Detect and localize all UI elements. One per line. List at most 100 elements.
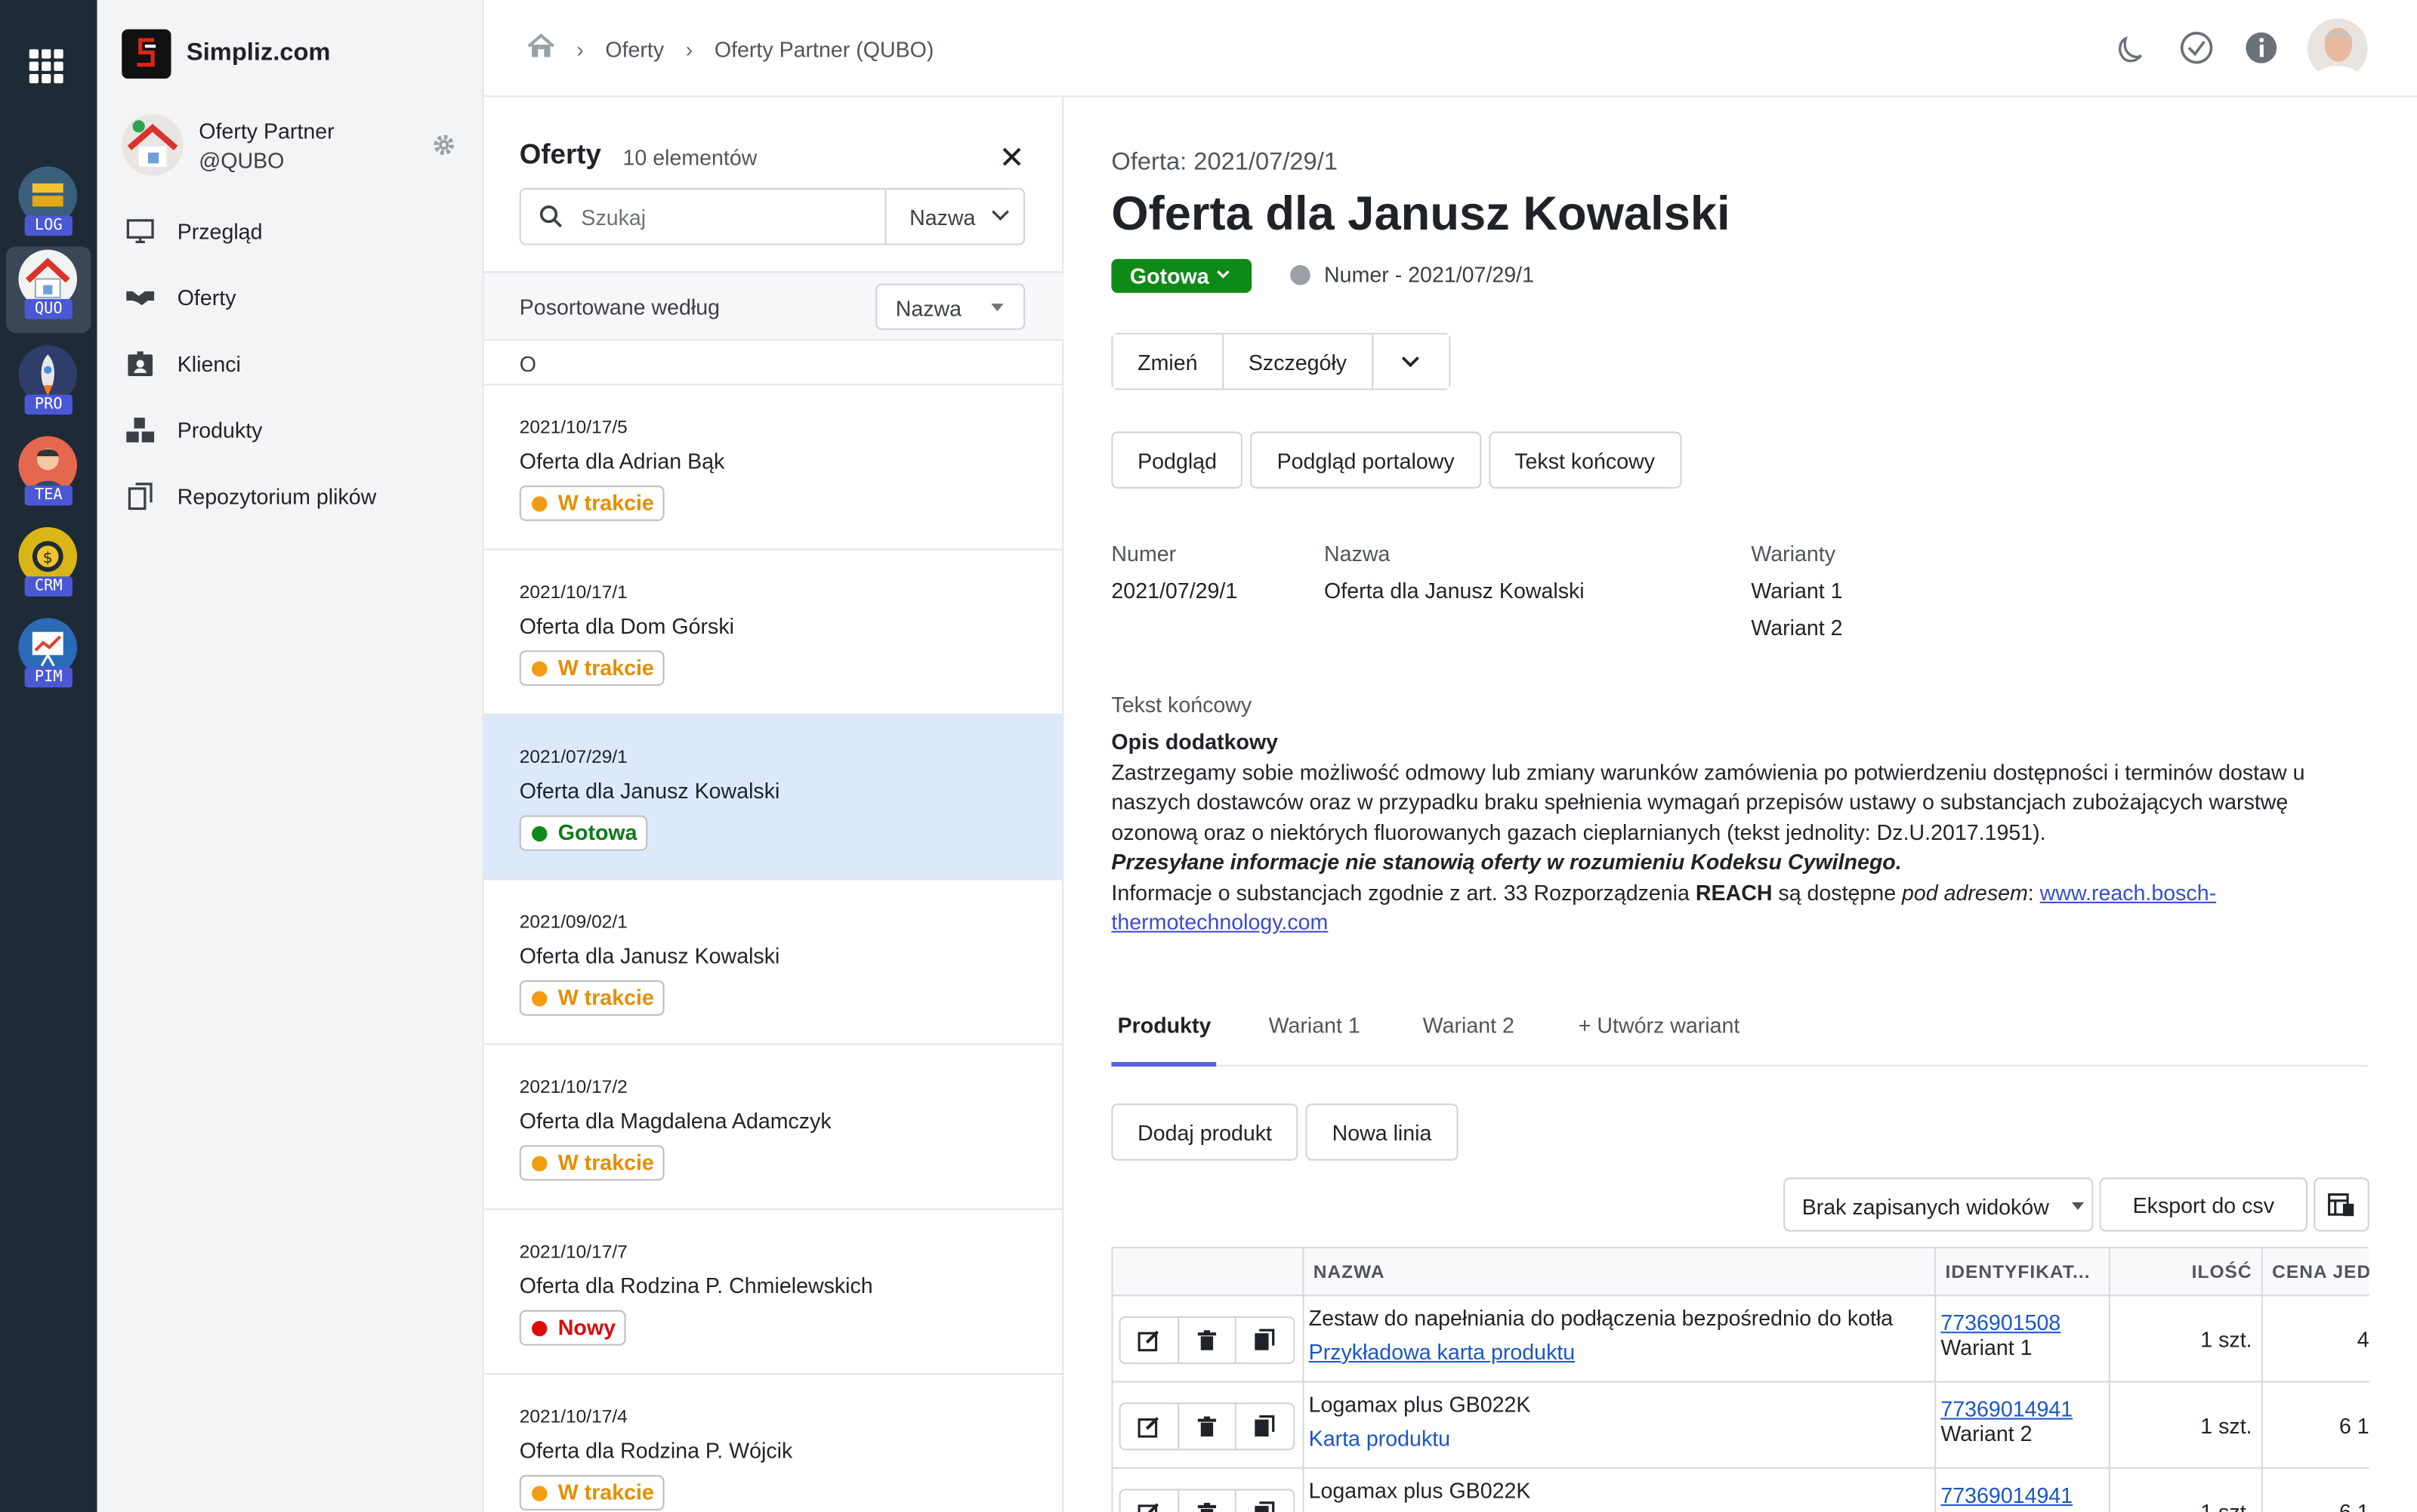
copy-icon[interactable] [1236, 1404, 1293, 1449]
more-actions-button[interactable] [1372, 334, 1449, 389]
app-label: PIM [24, 667, 73, 688]
gear-icon[interactable] [431, 133, 456, 158]
sidebar: Simpliz.com Oferty Partner @QUBO Przeglą… [97, 0, 484, 1512]
info-icon[interactable] [2244, 31, 2278, 65]
list-item[interactable]: 2021/09/02/1 Oferta dla Janusz Kowalski W … [483, 880, 1064, 1045]
new-line-button[interactable]: Nowa linia [1305, 1103, 1459, 1161]
app-rail: LOG QUO PRO TEA $ CRM PIM [0, 0, 97, 1512]
edit-icon[interactable] [1121, 1317, 1179, 1363]
search-input[interactable]: Szukaj [581, 205, 646, 230]
moon-icon[interactable] [2115, 31, 2149, 65]
table-row: Logamax plus GB022K Karta produktu 7736901… [1113, 1382, 2369, 1469]
field-variants: Warianty Wariant 1 Wariant 2 [1751, 541, 1842, 640]
saved-views-select[interactable]: Brak zapisanych widoków [1783, 1177, 2094, 1232]
sidebar-item-przeglad[interactable]: Przegląd [122, 197, 468, 264]
home-icon[interactable] [527, 33, 555, 63]
sort-select[interactable]: Nazwa [875, 283, 1026, 330]
offer-date: 2021/10/17/4 [519, 1406, 628, 1427]
column-header[interactable]: IDENTYFIKAT... [1936, 1248, 2110, 1297]
copy-icon[interactable] [1236, 1318, 1293, 1362]
close-icon[interactable]: ✕ [999, 139, 1024, 177]
products-table: NAZWA IDENTYFIKAT... ILOŚĆ CENA JED Zest… [1111, 1247, 2369, 1512]
column-header[interactable]: CENA JED [2262, 1248, 2369, 1297]
status-dot-icon [532, 661, 548, 677]
product-card-link[interactable]: Karta produktu [1309, 1426, 1935, 1451]
field-value: Oferta dla Janusz Kowalski [1324, 578, 1585, 603]
product-id-link[interactable]: 77369014941 [1940, 1396, 2108, 1421]
preview-button[interactable]: Podgląd [1111, 431, 1243, 489]
offer-name: Oferta dla Magdalena Adamczyk [519, 1108, 832, 1133]
trash-icon[interactable] [1179, 1404, 1237, 1449]
edit-icon[interactable] [1121, 1490, 1179, 1512]
add-product-button[interactable]: Dodaj produkt [1111, 1103, 1298, 1161]
apps-grid-icon[interactable] [29, 49, 66, 84]
edit-icon[interactable] [1121, 1404, 1179, 1449]
product-price: 6 1 [2338, 1413, 2369, 1439]
sidebar-item-produkty[interactable]: Produkty [122, 396, 468, 462]
caret-down-icon [991, 304, 1004, 312]
app-log[interactable]: LOG [6, 163, 91, 249]
status-text: Nowy [557, 1314, 616, 1340]
check-circle-icon[interactable] [2180, 31, 2214, 65]
tab-create-variant[interactable]: + Utwórz wariant [1579, 1013, 1740, 1038]
status-text: Gotowa [557, 819, 637, 845]
reach-link[interactable]: thermotechnology.com [1111, 909, 1328, 934]
tab-wariant-1[interactable]: Wariant 1 [1269, 1013, 1360, 1038]
column-header[interactable]: ILOŚĆ [2110, 1248, 2263, 1297]
list-item[interactable]: 2021/10/17/2 Oferta dla Magdalena Adamczy… [483, 1045, 1064, 1211]
status-badge: Gotowa [519, 815, 648, 851]
tab-wariant-2[interactable]: Wariant 2 [1423, 1013, 1514, 1038]
status-dropdown[interactable]: Gotowa [1111, 258, 1252, 293]
chevron-down-icon [1402, 356, 1420, 367]
table-row: Logamax plus GB022K 77369014941 1 szt. 6 1 [1113, 1468, 2369, 1512]
copy-icon[interactable] [1236, 1490, 1293, 1512]
product-id-link[interactable]: 77369014941 [1940, 1483, 2108, 1507]
brand[interactable]: Simpliz.com [122, 29, 330, 79]
breadcrumb-item[interactable]: Oferty [605, 36, 664, 61]
product-price-cell: 6 1 [2263, 1469, 2369, 1512]
text: są dostępne [1772, 879, 1903, 904]
tab-produkty[interactable]: Produkty [1118, 1013, 1212, 1038]
details-button[interactable]: Szczegóły [1224, 334, 1373, 389]
app-crm[interactable]: $ CRM [6, 524, 91, 610]
search-field-select[interactable]: Nazwa [884, 190, 1026, 244]
portal-preview-button[interactable]: Podgląd portalowy [1250, 431, 1481, 489]
closing-text-button[interactable]: Tekst końcowy [1488, 431, 1681, 489]
sidebar-item-klienci[interactable]: Klienci [122, 330, 468, 397]
user-avatar[interactable] [2307, 18, 2368, 79]
sidebar-item-repozytorium[interactable]: Repozytorium plików [122, 462, 468, 529]
list-item[interactable]: 2021/10/17/1 Oferta dla Dom Górski W trakc… [483, 551, 1064, 715]
offers-list: 2021/10/17/5 Oferta dla Adrian Bąk W trakc… [483, 385, 1064, 1512]
app-pro[interactable]: PRO [6, 342, 91, 428]
breadcrumb-item[interactable]: Oferty Partner (QUBO) [715, 36, 934, 61]
app-tea[interactable]: TEA [6, 433, 91, 519]
svg-text:$: $ [43, 548, 53, 566]
app-quo[interactable]: QUO [6, 246, 91, 333]
status-text: W trakcie [557, 985, 654, 1010]
offer-date: 2021/10/17/2 [519, 1075, 628, 1098]
column-header[interactable]: NAZWA [1304, 1248, 1937, 1297]
preview-buttons: Podgląd Podgląd portalowy Tekst końcowy [1111, 431, 1681, 489]
breadcrumb: › Oferty › Oferty Partner (QUBO) [527, 33, 934, 63]
list-item[interactable]: 2021/10/17/5 Oferta dla Adrian Bąk W trakc… [483, 385, 1064, 551]
trash-icon[interactable] [1179, 1317, 1237, 1363]
product-qty: 1 szt. [2200, 1500, 2252, 1512]
list-item[interactable]: 2021/07/29/1 Oferta dla Janusz Kowalski Go… [483, 714, 1064, 881]
sidebar-item-oferty[interactable]: Oferty [122, 264, 468, 330]
sort-label: Posortowane według [519, 294, 721, 319]
columns-button[interactable] [2314, 1177, 2369, 1232]
list-item[interactable]: 2021/10/17/4 Oferta dla Rodzina P. Wójcik… [484, 1375, 1063, 1512]
account-switcher[interactable]: Oferty Partner @QUBO [122, 114, 461, 179]
row-actions [1113, 1296, 1304, 1383]
app-pim[interactable]: PIM [6, 615, 91, 701]
product-name: Logamax plus GB022K [1308, 1391, 1531, 1417]
status-dot-icon [532, 991, 548, 1007]
reach-link[interactable]: www.reach.bosch- [2040, 879, 2216, 904]
product-card-link[interactable]: Przykładowa karta produktu [1309, 1339, 1935, 1364]
list-item[interactable]: 2021/10/17/7 Oferta dla Rodzina P. Chmiel… [483, 1210, 1064, 1375]
product-id-link[interactable]: 7736901508 [1940, 1310, 2108, 1335]
export-csv-button[interactable]: Eksport do csv [2099, 1177, 2308, 1232]
closing-paragraph: Zastrzegamy sobie możliwość odmowy lub z… [1111, 759, 2305, 844]
trash-icon[interactable] [1179, 1490, 1237, 1512]
change-button[interactable]: Zmień [1113, 334, 1224, 389]
